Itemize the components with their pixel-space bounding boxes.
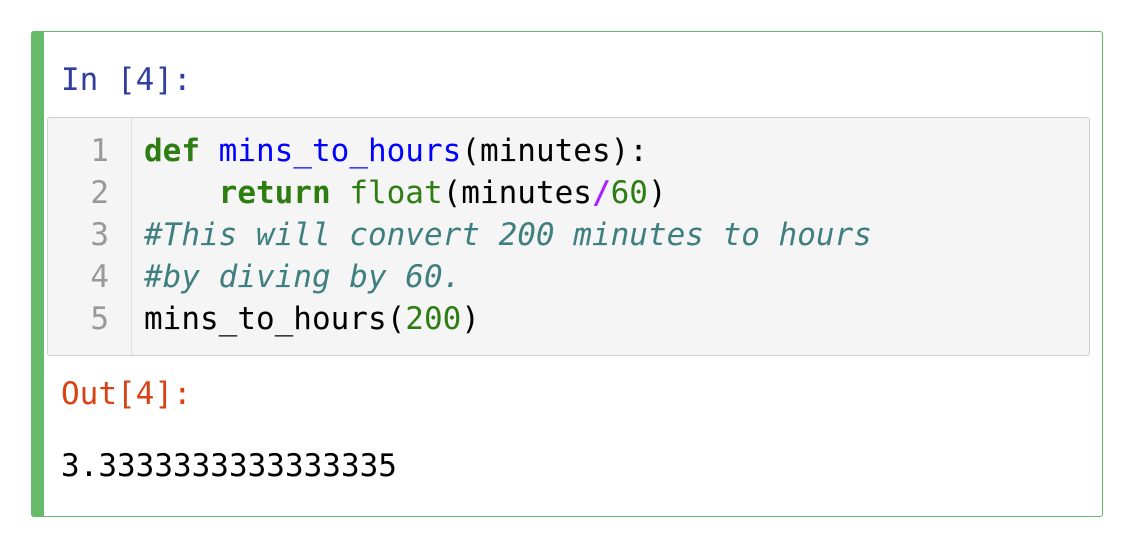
output-result: 3.3333333333333335	[61, 448, 397, 484]
keyword-return: return	[218, 175, 331, 211]
close-paren: )	[461, 301, 480, 337]
code-editor[interactable]: 1 2 3 4 5 def mins_to_hours(minutes): re…	[47, 117, 1090, 356]
keyword-def: def	[144, 133, 200, 169]
number-literal: 200	[405, 301, 462, 337]
line-number-gutter: 1 2 3 4 5	[48, 118, 132, 355]
function-signature: (minutes):	[461, 133, 648, 169]
selected-cell-indicator	[31, 31, 44, 517]
line-number: 1	[90, 133, 109, 169]
line-number: 2	[90, 175, 109, 211]
code-line[interactable]: def mins_to_hours(minutes):	[144, 130, 648, 172]
function-name: mins_to_hours	[218, 133, 462, 169]
argument: (minutes	[442, 175, 592, 211]
line-number: 4	[90, 259, 109, 295]
input-prompt: In [4]:	[61, 62, 192, 98]
code-line[interactable]: mins_to_hours(200)	[144, 298, 480, 340]
notebook-cell[interactable]: In [4]: 1 2 3 4 5 def mins_to_hours(minu…	[31, 31, 1103, 517]
builtin-float: float	[349, 175, 443, 211]
function-call: mins_to_hours(	[144, 301, 406, 337]
number-literal: 60	[610, 175, 648, 211]
output-prompt: Out[4]:	[61, 376, 192, 412]
close-paren: )	[647, 175, 667, 211]
division-operator: /	[591, 175, 611, 211]
comment-line[interactable]: #by diving by 60.	[144, 256, 461, 298]
line-number: 3	[90, 217, 109, 253]
code-line[interactable]: return float(minutes/60)	[144, 172, 667, 214]
line-number: 5	[90, 301, 109, 337]
comment-line[interactable]: #This will convert 200 minutes to hours	[144, 214, 872, 256]
